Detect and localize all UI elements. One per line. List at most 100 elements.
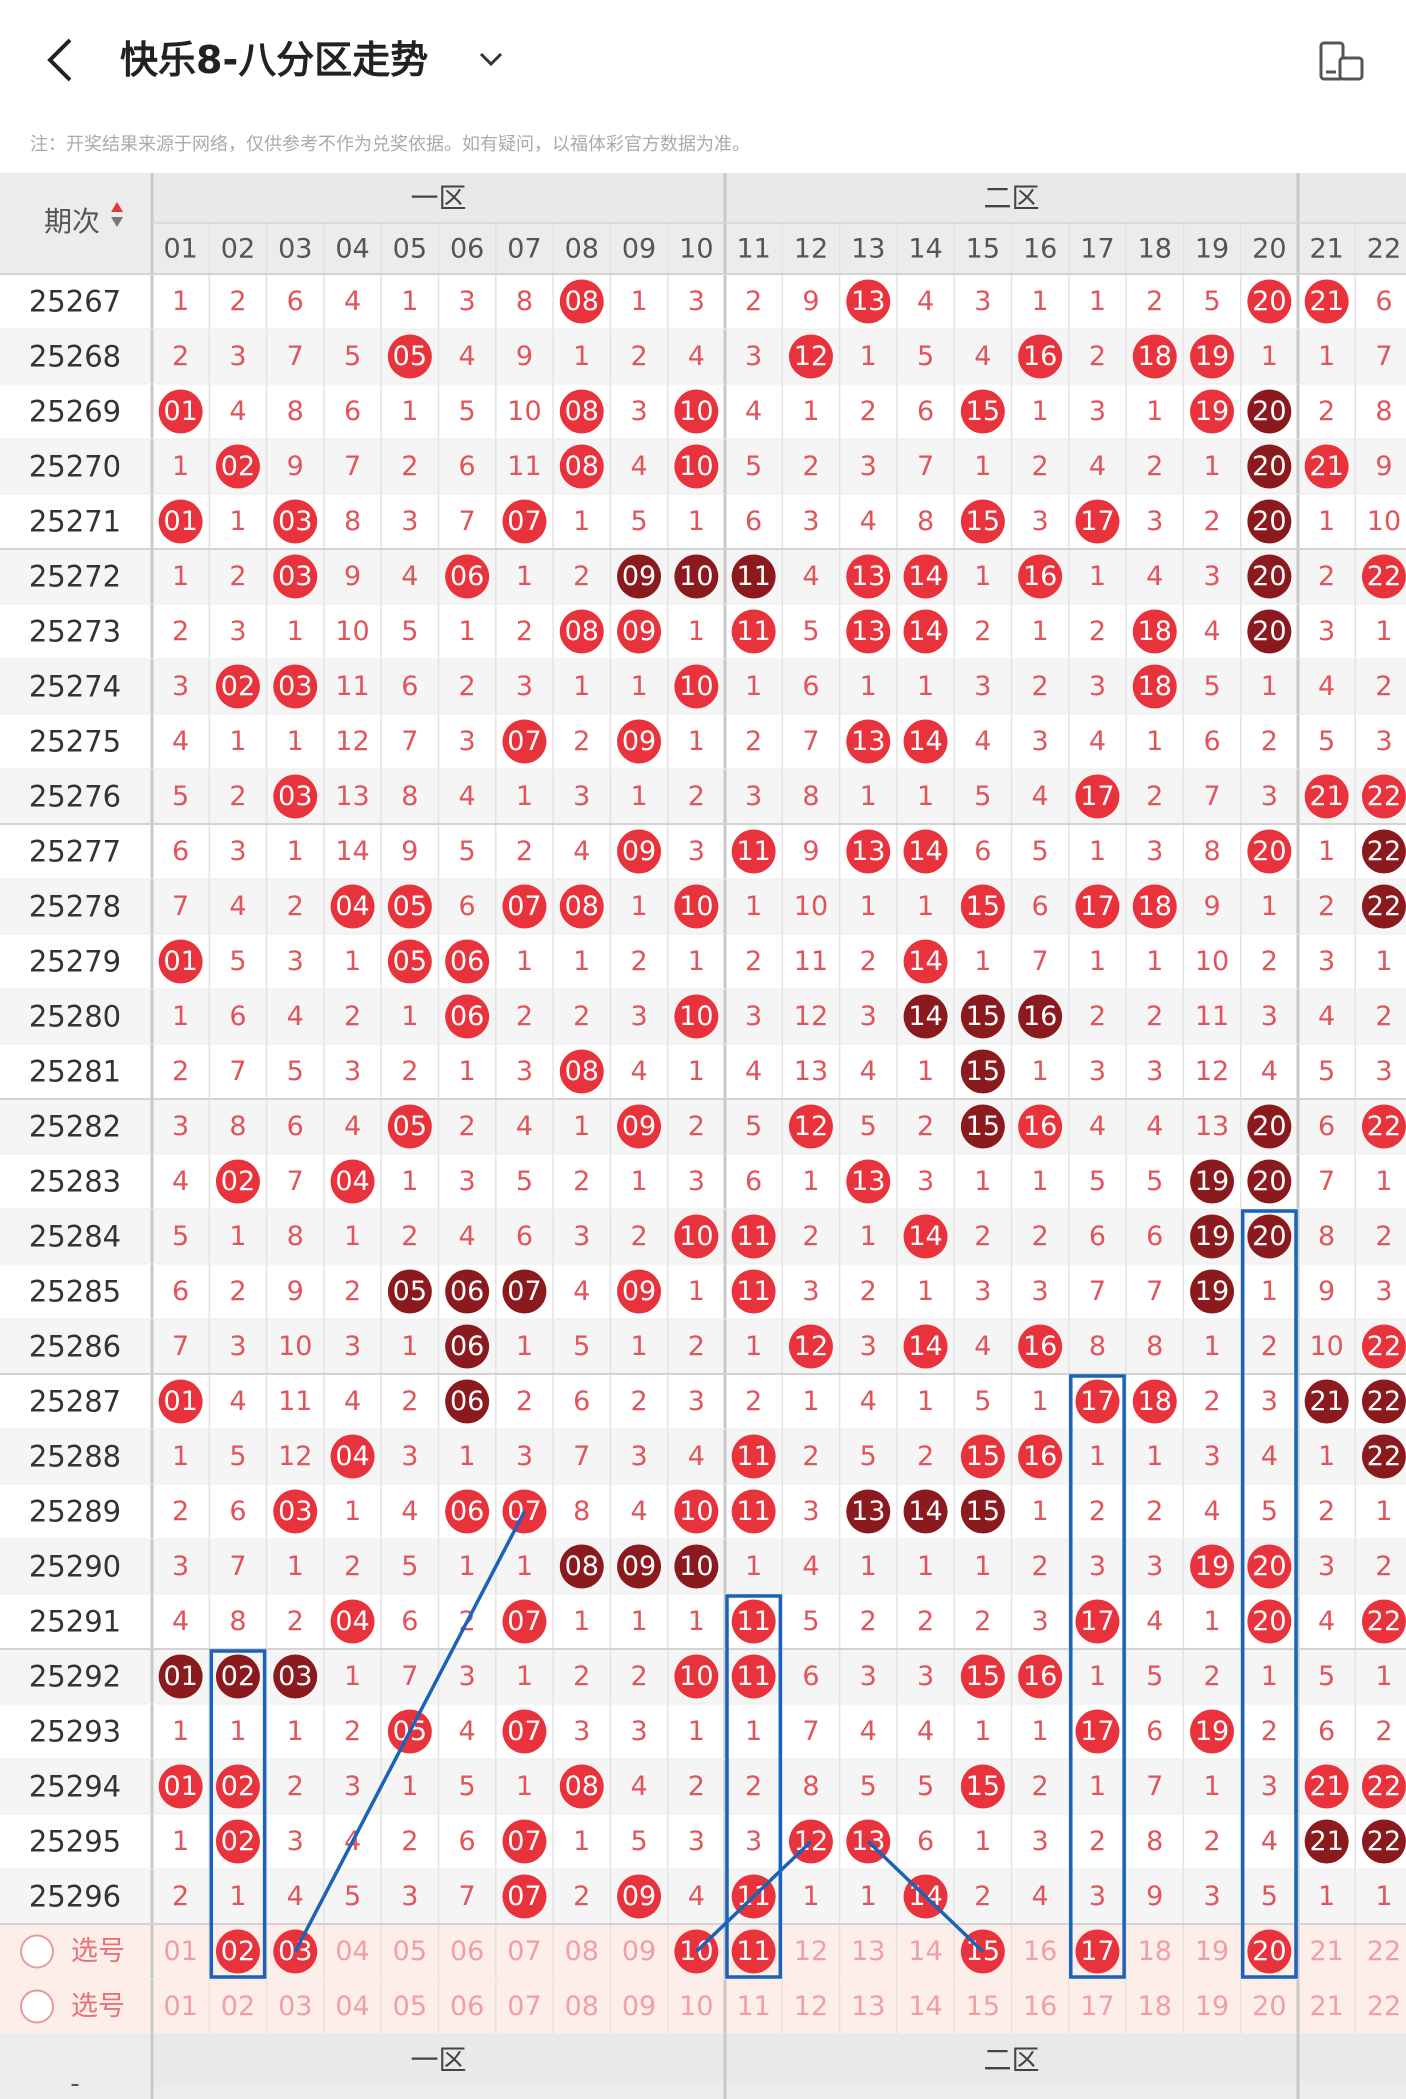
back-chevron-icon[interactable] bbox=[40, 30, 84, 90]
miss-count: 11 bbox=[794, 946, 828, 977]
hit-number: 22 bbox=[1367, 561, 1401, 592]
miss-count: 2 bbox=[1089, 1826, 1106, 1857]
miss-count: 2 bbox=[1146, 286, 1163, 317]
period-cell: 25275 bbox=[29, 725, 121, 759]
hit-number: 11 bbox=[736, 616, 770, 647]
miss-count: 1 bbox=[229, 1221, 246, 1252]
miss-count: 2 bbox=[1146, 1001, 1163, 1032]
hit-number: 22 bbox=[1367, 1111, 1401, 1142]
hit-number: 09 bbox=[622, 1551, 656, 1582]
miss-count: 1 bbox=[688, 946, 705, 977]
miss-count: 8 bbox=[573, 1496, 590, 1527]
miss-count: 3 bbox=[688, 836, 705, 867]
miss-count: 7 bbox=[917, 451, 934, 482]
miss-count: 1 bbox=[516, 946, 533, 977]
miss-count: 2 bbox=[802, 451, 819, 482]
miss-count: 3 bbox=[1146, 1551, 1163, 1582]
hit-number: 14 bbox=[908, 616, 942, 647]
miss-count: 2 bbox=[172, 341, 189, 372]
period-cell: 25267 bbox=[29, 285, 121, 319]
miss-count: 3 bbox=[802, 506, 819, 537]
miss-count: 2 bbox=[172, 1496, 189, 1527]
hit-number: 09 bbox=[622, 836, 656, 867]
miss-count: 3 bbox=[172, 1551, 189, 1582]
hit-number: 11 bbox=[736, 1661, 770, 1692]
hit-number: 22 bbox=[1367, 891, 1401, 922]
hit-number: 15 bbox=[966, 1111, 1000, 1142]
miss-count: 8 bbox=[1146, 1826, 1163, 1857]
hit-number: 14 bbox=[908, 836, 942, 867]
miss-count: 1 bbox=[1032, 1496, 1049, 1527]
miss-count: 3 bbox=[1146, 1056, 1163, 1087]
miss-count: 7 bbox=[459, 1881, 476, 1912]
miss-count: 2 bbox=[745, 1771, 762, 1802]
page-title[interactable]: 快乐8-八分区走势 bbox=[120, 30, 428, 90]
column-header-21: 21 bbox=[1309, 234, 1343, 265]
miss-count: 1 bbox=[974, 946, 991, 977]
hit-number: 20 bbox=[1252, 286, 1286, 317]
miss-count: 1 bbox=[1318, 506, 1335, 537]
column-header-16: 16 bbox=[1023, 234, 1057, 265]
period-cell: 25294 bbox=[29, 1770, 121, 1804]
miss-count: 2 bbox=[917, 1441, 934, 1472]
hit-number: 15 bbox=[966, 1001, 1000, 1032]
miss-count: 1 bbox=[688, 616, 705, 647]
miss-count: 7 bbox=[1146, 1276, 1163, 1307]
miss-count: 3 bbox=[459, 1661, 476, 1692]
hit-number: 02 bbox=[221, 1661, 255, 1692]
select-radio[interactable] bbox=[20, 1934, 54, 1969]
miss-count: 2 bbox=[573, 1166, 590, 1197]
hit-number: 10 bbox=[679, 1001, 713, 1032]
miss-count: 4 bbox=[1318, 1001, 1335, 1032]
select-number-option: 06 bbox=[450, 1936, 484, 1967]
miss-count: 2 bbox=[516, 1386, 533, 1417]
period-header: 期次 bbox=[44, 205, 100, 238]
miss-count: 1 bbox=[974, 1826, 991, 1857]
miss-count: 6 bbox=[1318, 1716, 1335, 1747]
miss-count: 8 bbox=[229, 1606, 246, 1637]
miss-count: 3 bbox=[688, 1166, 705, 1197]
miss-count: 2 bbox=[401, 1826, 418, 1857]
miss-count: 4 bbox=[172, 726, 189, 757]
device-switch-icon[interactable] bbox=[1318, 40, 1366, 84]
hit-number: 17 bbox=[1080, 1716, 1114, 1747]
miss-count: 3 bbox=[1318, 616, 1335, 647]
miss-count: 1 bbox=[573, 946, 590, 977]
miss-count: 3 bbox=[1375, 1056, 1392, 1087]
hit-number: 16 bbox=[1023, 561, 1057, 592]
hit-number: 10 bbox=[679, 1551, 713, 1582]
miss-count: 11 bbox=[507, 451, 541, 482]
hit-number: 04 bbox=[335, 1441, 369, 1472]
miss-count: 2 bbox=[459, 1111, 476, 1142]
miss-count: 2 bbox=[229, 561, 246, 592]
miss-count: 2 bbox=[974, 616, 991, 647]
miss-count: 3 bbox=[573, 1221, 590, 1252]
miss-count: 5 bbox=[917, 1771, 934, 1802]
miss-count: 4 bbox=[1261, 1056, 1278, 1087]
miss-count: 10 bbox=[507, 396, 541, 427]
miss-count: 2 bbox=[1375, 1551, 1392, 1582]
miss-count: 3 bbox=[401, 1441, 418, 1472]
hit-number: 14 bbox=[908, 1001, 942, 1032]
select-label: 选号 bbox=[71, 1936, 125, 1967]
hit-number: 22 bbox=[1367, 1771, 1401, 1802]
miss-count: 4 bbox=[459, 781, 476, 812]
hit-number: 05 bbox=[393, 1276, 427, 1307]
hit-number: 15 bbox=[966, 1496, 1000, 1527]
hit-number: 03 bbox=[278, 1496, 312, 1527]
miss-count: 1 bbox=[745, 891, 762, 922]
hit-number: 04 bbox=[335, 891, 369, 922]
miss-count: 5 bbox=[229, 946, 246, 977]
miss-count: 6 bbox=[401, 1606, 418, 1637]
miss-count: 1 bbox=[1089, 946, 1106, 977]
miss-count: 1 bbox=[1032, 396, 1049, 427]
chevron-down-icon[interactable] bbox=[476, 44, 506, 74]
miss-count: 2 bbox=[1318, 561, 1335, 592]
zone-label: 一区 bbox=[410, 182, 466, 215]
miss-count: 6 bbox=[516, 1221, 533, 1252]
select-radio[interactable] bbox=[20, 1989, 54, 2024]
miss-count: 9 bbox=[1375, 451, 1392, 482]
hit-number: 13 bbox=[851, 561, 885, 592]
miss-count: 1 bbox=[401, 1331, 418, 1362]
miss-count: 1 bbox=[1261, 341, 1278, 372]
